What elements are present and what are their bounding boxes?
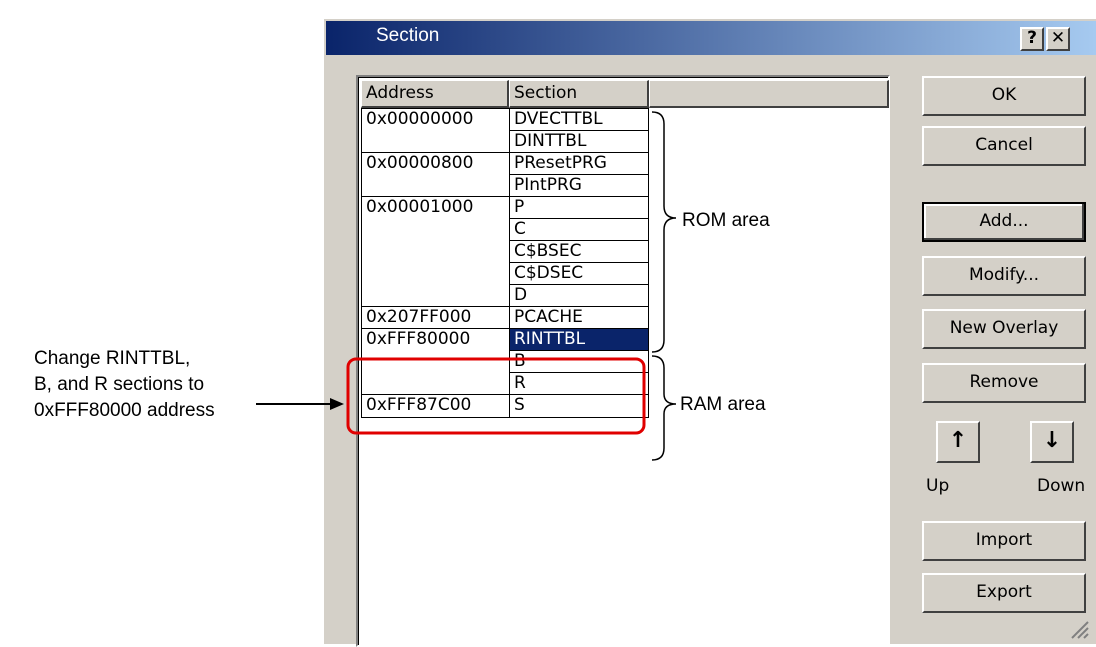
address-cell[interactable]: 0x00001000 — [361, 196, 510, 308]
ok-button[interactable]: OK — [922, 76, 1086, 116]
section-dialog: Section ? ✕ Address Section DVECTTBL DINT… — [322, 17, 1096, 647]
down-button[interactable]: ↓ — [1030, 421, 1074, 463]
import-button[interactable]: Import — [922, 521, 1086, 561]
remove-button[interactable]: Remove — [922, 363, 1086, 403]
dialog-title: Section — [376, 25, 440, 46]
address-cell[interactable]: 0xFFF87C00 — [361, 394, 510, 418]
column-header-filler — [649, 80, 889, 108]
close-button[interactable]: ✕ — [1046, 27, 1070, 51]
address-cell[interactable]: 0xFFF80000 — [361, 328, 510, 396]
section-cell[interactable]: C$BSEC — [509, 240, 649, 264]
cancel-button[interactable]: Cancel — [922, 126, 1086, 166]
down-label: Down — [1037, 476, 1086, 496]
section-cell[interactable]: R — [509, 372, 649, 396]
section-cell[interactable]: C$DSEC — [509, 262, 649, 286]
address-cell[interactable]: 0x00000000 — [361, 108, 510, 154]
up-label: Up — [926, 476, 950, 496]
title-bar[interactable]: Section ? ✕ — [326, 21, 1096, 55]
help-button[interactable]: ? — [1020, 27, 1044, 51]
section-cell[interactable]: B — [509, 350, 649, 374]
annotation-note-line: Change RINTTBL, — [34, 348, 191, 369]
section-cell[interactable]: P — [509, 196, 649, 220]
modify-button[interactable]: Modify... — [922, 256, 1086, 296]
new-overlay-button[interactable]: New Overlay — [922, 309, 1086, 349]
section-cell[interactable]: DINTTBL — [509, 130, 649, 154]
column-header-section[interactable]: Section — [509, 80, 649, 108]
section-cell[interactable]: PResetPRG — [509, 152, 649, 176]
address-cell[interactable]: 0x00000800 — [361, 152, 510, 198]
section-cell[interactable]: PIntPRG — [509, 174, 649, 198]
column-header-address[interactable]: Address — [361, 80, 509, 108]
section-cell[interactable]: C — [509, 218, 649, 242]
section-list-body: Address Section DVECTTBL DINTTBL PResetPRG… — [358, 77, 889, 645]
add-button[interactable]: Add... — [922, 202, 1086, 242]
annotation-note-line: B, and R sections to — [34, 374, 205, 395]
export-button[interactable]: Export — [922, 573, 1086, 613]
section-cell[interactable]: D — [509, 284, 649, 308]
section-cell[interactable]: S — [509, 394, 649, 418]
annotation-note: Change RINTTBL, B, and R sections to 0xF… — [34, 346, 215, 424]
section-cell-selected[interactable]: RINTTBL — [509, 328, 649, 352]
up-button[interactable]: ↑ — [936, 421, 980, 463]
resize-grip-icon[interactable] — [1066, 616, 1090, 640]
section-cell[interactable]: PCACHE — [509, 306, 649, 330]
annotation-note-line: 0xFFF80000 address — [34, 400, 215, 421]
address-cell[interactable]: 0x207FF000 — [361, 306, 510, 330]
section-cell[interactable]: DVECTTBL — [509, 108, 649, 132]
section-list[interactable]: Address Section DVECTTBL DINTTBL PResetPRG… — [356, 75, 890, 647]
